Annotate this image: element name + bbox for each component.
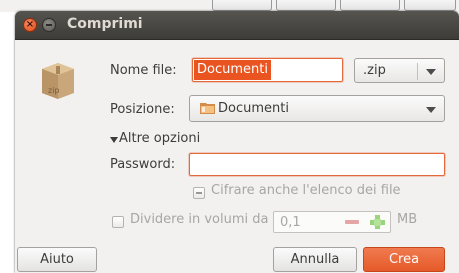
- close-button[interactable]: ×: [23, 18, 37, 32]
- location-value: Documenti: [218, 101, 289, 116]
- more-options-expander[interactable]: Altre opzioni: [119, 131, 200, 146]
- minimize-button[interactable]: [42, 18, 56, 32]
- combo-separator: [417, 63, 418, 80]
- encrypt-file-list-checkbox[interactable]: [193, 187, 205, 199]
- create-button[interactable]: Crea: [363, 247, 445, 272]
- compress-dialog: × Comprimi zip Nome file: Documenti .zip…: [15, 11, 459, 273]
- expander-arrow-icon[interactable]: [110, 137, 118, 143]
- location-select[interactable]: Documenti: [189, 95, 445, 122]
- help-button[interactable]: Aiuto: [17, 247, 97, 272]
- volume-unit-label: MB: [397, 212, 418, 227]
- encrypt-file-list-label: Cifrare anche l'elenco dei file: [211, 183, 401, 198]
- chevron-down-icon: [426, 107, 436, 113]
- increment-icon-center: [374, 219, 381, 226]
- background-button: [404, 0, 456, 11]
- decrement-icon[interactable]: [345, 220, 359, 224]
- password-input[interactable]: [189, 153, 445, 176]
- split-volumes-checkbox[interactable]: [112, 216, 124, 228]
- titlebar: × Comprimi: [15, 11, 459, 40]
- cancel-button[interactable]: Annulla: [273, 247, 357, 272]
- volume-size-value: 0,1: [280, 215, 301, 230]
- folder-icon: [200, 103, 215, 114]
- svg-text:zip: zip: [48, 86, 60, 95]
- volume-size-spinner[interactable]: 0,1: [273, 211, 391, 233]
- filename-label: Nome file:: [110, 63, 177, 78]
- window-title: Comprimi: [67, 16, 143, 32]
- password-label: Password:: [110, 157, 176, 172]
- background-button: [276, 0, 336, 11]
- extension-select[interactable]: .zip: [354, 58, 445, 83]
- split-volumes-label: Dividere in volumi da: [130, 212, 269, 227]
- close-icon: ×: [25, 19, 35, 30]
- location-label: Posizione:: [110, 102, 175, 117]
- extension-value: .zip: [363, 63, 386, 78]
- filename-selected-text: Documenti: [194, 60, 271, 80]
- background-button: [340, 0, 400, 11]
- zip-archive-icon: zip: [42, 63, 74, 99]
- background-button: [212, 0, 272, 11]
- chevron-down-icon: [426, 69, 436, 75]
